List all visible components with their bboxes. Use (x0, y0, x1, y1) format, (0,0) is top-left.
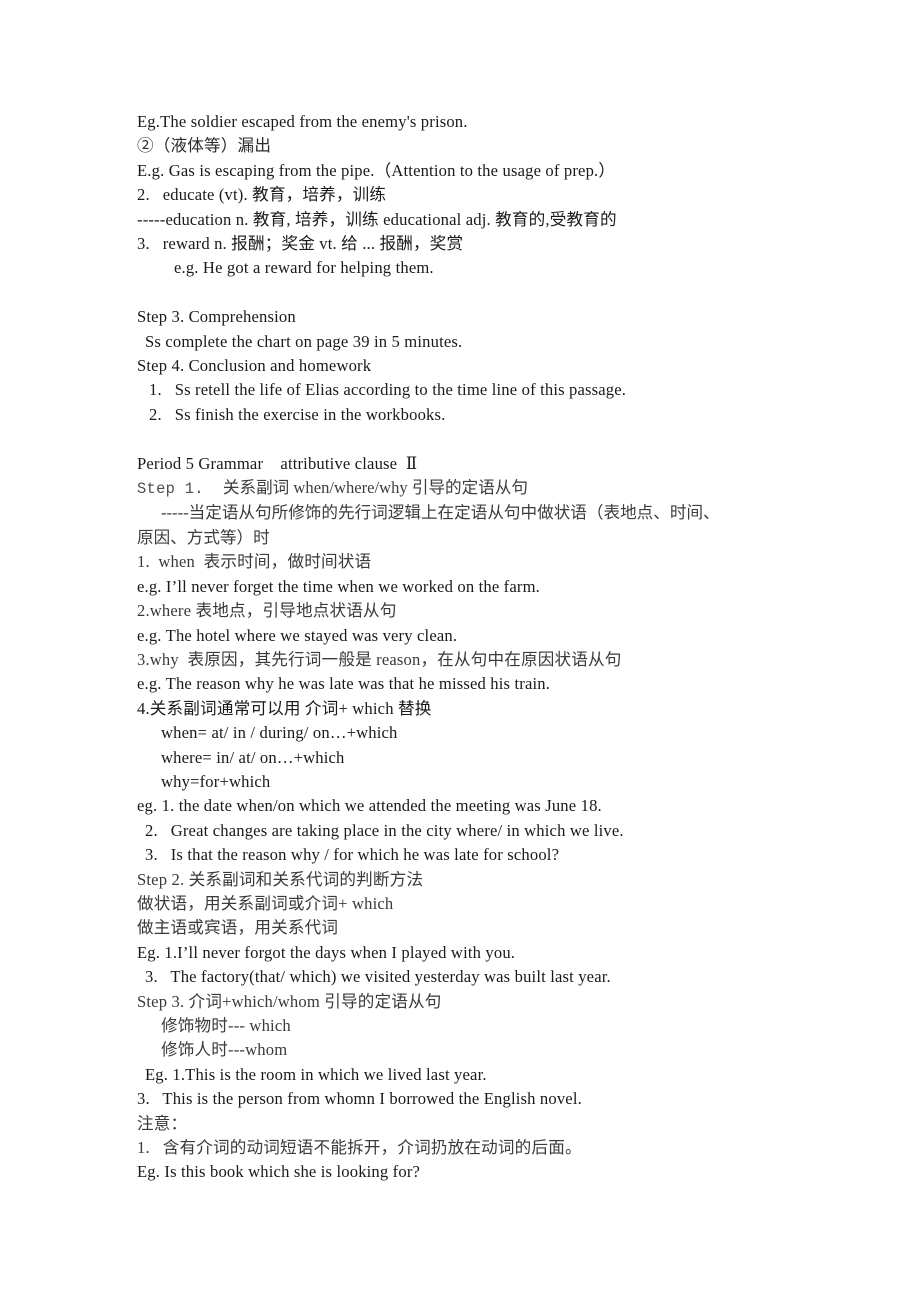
text-line: Ss complete the chart on page 39 in 5 mi… (145, 331, 463, 351)
text-line: 做状语，用关系副词或介词+ which (137, 893, 394, 913)
text-line: 原因、方式等）时 (137, 527, 270, 547)
text-line: Eg. 1.I’ll never forgot the days when I … (137, 942, 516, 962)
text-line: e.g. He got a reward for helping them. (174, 258, 434, 278)
text-line: 3.why 表原因，其先行词一般是 reason，在从句中在原因状语从句 (137, 649, 622, 669)
heading-period-5-grammar: Period 5 Grammar attributive clause Ⅱ (137, 453, 418, 473)
text-line: e.g. The hotel where we stayed was very … (137, 625, 458, 645)
text-line: why=for+which (161, 771, 271, 791)
text-line: -----education n. 教育, 培养，训练 educational … (137, 209, 617, 229)
text-line: ②（液体等）漏出 (137, 136, 272, 156)
text-line: 修饰物时--- which (161, 1016, 291, 1035)
text-line: 2.where 表地点，引导地点状语从句 (137, 601, 397, 621)
list-item: 2. Ss finish the exercise in the workboo… (149, 404, 446, 424)
list-item: 3. The factory(that/ which) we visited y… (145, 967, 611, 987)
text-line: when= at/ in / during/ on…+which (161, 723, 398, 743)
list-item: 3. Is that the reason why / for which he… (145, 845, 560, 865)
text-line: 3. reward n. 报酬；奖金 vt. 给 ... 报酬，奖赏 (137, 234, 464, 254)
heading-step-3-comprehension: Step 3. Comprehension (137, 307, 296, 327)
text-line: Eg.The soldier escaped from the enemy's … (137, 112, 468, 131)
text-line: eg. 1. the date when/on which we attende… (137, 796, 602, 816)
text-line: 4.关系副词通常可以用 介词+ which 替换 (137, 698, 432, 718)
step-1-text: 关系副词 when/where/why 引导的定语从句 (222, 478, 529, 498)
heading-step-1: Step 1. 关系副词 when/where/why 引导的定语从句 (137, 476, 837, 501)
text-line: 修饰人时---whom (161, 1040, 288, 1060)
heading-step-3-prep: Step 3. 介词+which/whom 引导的定语从句 (137, 991, 442, 1011)
document-text-body: Eg.The soldier escaped from the enemy's … (137, 110, 837, 1185)
list-item: 1. 含有介词的动词短语不能拆开，介词扔放在动词的后面。 (137, 1138, 582, 1158)
heading-step-2: Step 2. 关系副词和关系代词的判断方法 (137, 869, 424, 889)
text-line: 注意： (137, 1113, 188, 1133)
text-line: where= in/ at/ on…+which (161, 747, 345, 767)
text-line: Eg. Is this book which she is looking fo… (137, 1162, 421, 1182)
list-item: 2. Great changes are taking place in the… (145, 820, 624, 840)
heading-step-4-conclusion: Step 4. Conclusion and homework (137, 356, 372, 376)
text-line: 2. educate (vt). 教育，培养，训练 (137, 185, 387, 205)
list-item: 1. Ss retell the life of Elias according… (149, 380, 627, 400)
step-1-label: Step 1. (137, 480, 223, 499)
document-page: Eg.The soldier escaped from the enemy's … (0, 0, 920, 1302)
text-line: e.g. I’ll never forget the time when we … (137, 576, 540, 596)
text-line: 做主语或宾语，用关系代词 (137, 918, 339, 938)
text-line: e.g. The reason why he was late was that… (137, 674, 551, 694)
text-line: -----当定语从句所修饰的先行词逻辑上在定语从句中做状语（表地点、时间、 (161, 503, 720, 523)
text-line: E.g. Gas is escaping from the pipe.（Atte… (137, 160, 616, 180)
text-line: Eg. 1.This is the room in which we lived… (145, 1064, 487, 1084)
text-line: 1. when 表示时间，做时间状语 (137, 552, 372, 572)
list-item: 3. This is the person from whomn I borro… (137, 1089, 582, 1109)
